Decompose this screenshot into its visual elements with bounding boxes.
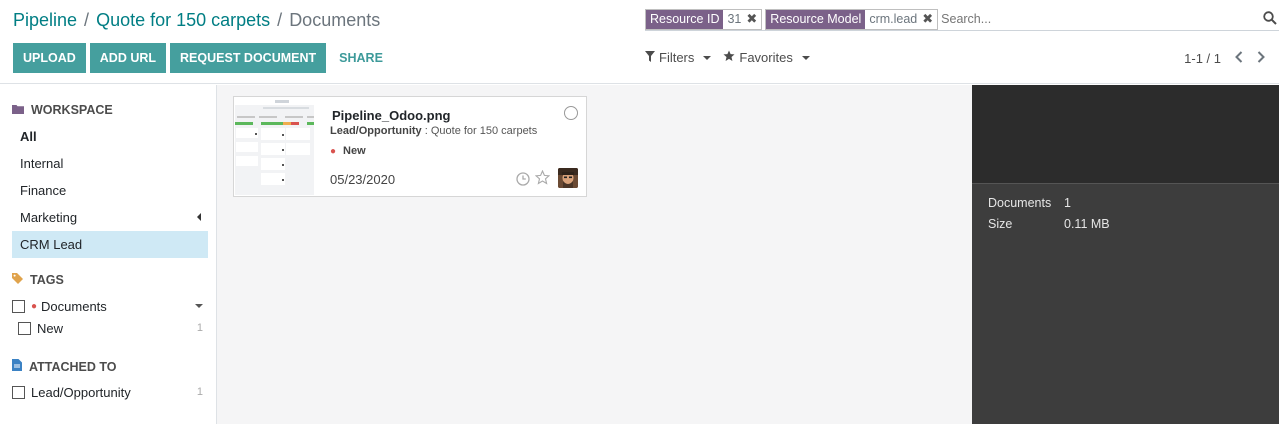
tag-color-dot-icon: ● xyxy=(31,300,38,312)
filter-bar: Filters Favorites xyxy=(645,50,810,65)
select-radio[interactable] xyxy=(564,106,578,120)
avatar[interactable] xyxy=(558,168,578,188)
file-icon xyxy=(12,359,22,374)
document-card[interactable]: Pipeline_Odoo.png Lead/Opportunity : Quo… xyxy=(233,96,587,197)
inspector-size-label: Size xyxy=(988,217,1013,231)
attached-checkbox[interactable] xyxy=(12,385,25,399)
request-document-button[interactable]: REQUEST DOCUMENT xyxy=(170,43,327,73)
share-button[interactable]: SHARE xyxy=(330,43,392,73)
sidebar: WORKSPACE All Internal Finance Marketing… xyxy=(0,85,217,424)
filter-icon xyxy=(645,50,655,65)
tag-count: 1 xyxy=(196,322,203,334)
chevron-down-icon[interactable] xyxy=(195,304,203,308)
tag-group-label: Documents xyxy=(41,298,107,314)
workspace-title: WORKSPACE xyxy=(31,103,113,117)
favorites-label: Favorites xyxy=(739,50,793,65)
attached-title: ATTACHED TO xyxy=(29,359,117,374)
chevron-down-icon xyxy=(703,55,712,60)
facet-label: Resource ID xyxy=(646,9,724,29)
document-tag: ● New xyxy=(330,145,366,157)
tag-color-dot-icon: ● xyxy=(330,145,337,157)
facet-resource-model: Resource Model crm.lead ✖ xyxy=(765,8,939,30)
tags-section-title: TAGS xyxy=(12,273,64,287)
attached-count: 1 xyxy=(196,386,203,398)
add-url-button[interactable]: ADD URL xyxy=(89,43,167,73)
document-model: Lead/Opportunity xyxy=(330,125,422,137)
caret-left-icon[interactable] xyxy=(197,213,201,221)
breadcrumb: Pipeline / Quote for 150 carpets / Docum… xyxy=(13,10,380,31)
inspector-documents-label: Documents xyxy=(988,196,1052,210)
toolbar: UPLOAD ADD URL REQUEST DOCUMENT SHARE xyxy=(13,43,392,73)
breadcrumb-pipeline[interactable]: Pipeline xyxy=(13,10,77,31)
attached-row: Lead/Opportunity 1 xyxy=(12,382,208,402)
favorites-dropdown[interactable]: Favorites xyxy=(723,50,810,65)
tag-icon xyxy=(12,273,23,287)
workspace-item-finance[interactable]: Finance xyxy=(12,177,208,204)
attached-section-title: ATTACHED TO xyxy=(12,359,117,374)
inspector-documents-value: 1 xyxy=(1064,196,1071,210)
pager-value[interactable]: 1-1 / 1 xyxy=(1184,51,1221,66)
star-icon xyxy=(723,50,735,65)
inspector-size-value: 0.11 MB xyxy=(1064,217,1110,231)
breadcrumb-quote[interactable]: Quote for 150 carpets xyxy=(96,10,270,31)
facet-remove-icon[interactable]: ✖ xyxy=(922,11,933,27)
workspace-item-all[interactable]: All xyxy=(12,123,208,150)
tag-group-checkbox[interactable] xyxy=(12,299,25,313)
workspace-item-internal[interactable]: Internal xyxy=(12,150,208,177)
inspector-documents-row: Documents 1 xyxy=(988,196,1071,210)
document-name[interactable]: Pipeline_Odoo.png xyxy=(332,108,450,123)
inspector-preview-area xyxy=(972,85,1279,184)
pager-next-icon[interactable] xyxy=(1257,50,1265,66)
breadcrumb-separator: / xyxy=(277,10,283,30)
tag-label: New xyxy=(37,320,64,336)
workspace-section-title: WORKSPACE xyxy=(12,103,113,117)
search-bar: Resource ID 31 ✖ Resource Model crm.lead… xyxy=(645,8,1279,31)
document-thumbnail[interactable] xyxy=(235,98,314,195)
pager-previous-icon[interactable] xyxy=(1235,50,1243,66)
filters-label: Filters xyxy=(659,50,695,65)
upload-button[interactable]: UPLOAD xyxy=(13,43,86,73)
breadcrumb-current: Documents xyxy=(289,10,381,30)
document-attachment: Lead/Opportunity : Quote for 150 carpets xyxy=(330,125,537,137)
workspace-item-marketing-row: Marketing xyxy=(0,204,217,231)
search-icon[interactable] xyxy=(1263,11,1277,28)
clock-icon[interactable] xyxy=(516,172,530,189)
inspector-size-row: Size 0.11 MB xyxy=(988,217,1110,231)
chevron-down-icon xyxy=(801,55,810,60)
facet-resource-id: Resource ID 31 ✖ xyxy=(645,8,763,30)
tag-group-row: ● Documents xyxy=(12,296,208,316)
tag-checkbox[interactable] xyxy=(18,321,31,335)
facet-remove-icon[interactable]: ✖ xyxy=(746,11,757,27)
tag-row: New 1 xyxy=(18,318,208,338)
folder-icon xyxy=(12,103,24,117)
document-inspector: Documents 1 Size 0.11 MB xyxy=(972,85,1279,424)
control-panel: Pipeline / Quote for 150 carpets / Docum… xyxy=(0,0,1279,84)
document-record: : Quote for 150 carpets xyxy=(421,125,538,137)
filters-dropdown[interactable]: Filters xyxy=(645,50,712,65)
documents-kanban: Pipeline_Odoo.png Lead/Opportunity : Quo… xyxy=(217,85,972,424)
document-tag-label: New xyxy=(343,145,366,157)
facet-value: 31 ✖ xyxy=(723,9,762,29)
star-outline-icon[interactable] xyxy=(534,169,551,188)
attached-label: Lead/Opportunity xyxy=(31,384,131,400)
workspace-item-marketing[interactable]: Marketing xyxy=(12,204,208,231)
tags-title: TAGS xyxy=(30,273,64,287)
facet-value-text: crm.lead xyxy=(869,12,918,26)
document-date: 05/23/2020 xyxy=(330,172,396,187)
search-input[interactable] xyxy=(941,9,1279,29)
facet-value: crm.lead ✖ xyxy=(865,9,938,29)
facet-value-text: 31 xyxy=(727,12,742,26)
workspace-item-crm-lead[interactable]: CRM Lead xyxy=(12,231,208,258)
breadcrumb-separator: / xyxy=(84,10,90,30)
pager: 1-1 / 1 xyxy=(1184,50,1265,66)
facet-label: Resource Model xyxy=(766,9,866,29)
